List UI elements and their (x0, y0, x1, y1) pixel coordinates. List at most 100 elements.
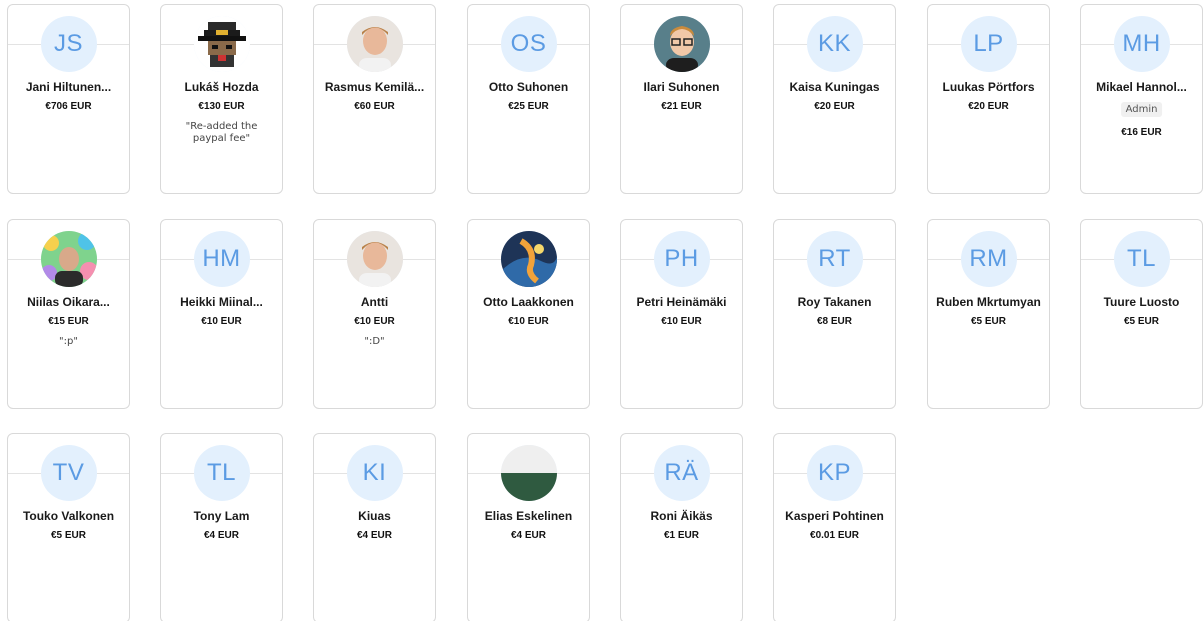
donation-amount: €5 EUR (970, 316, 1006, 327)
donation-amount: €5 EUR (50, 530, 86, 541)
avatar: TL (193, 445, 250, 501)
supporter-card[interactable]: KI Kiuas €4 EUR (313, 433, 436, 621)
supporter-card[interactable]: JS Jani Hiltunen... €706 EUR (7, 4, 130, 194)
supporter-card[interactable]: Ilari Suhonen €21 EUR (620, 4, 743, 194)
donation-amount: €4 EUR (203, 530, 239, 541)
donation-amount: €10 EUR (508, 316, 549, 327)
supporter-card[interactable]: Lukáš Hozda €130 EUR "Re-added the paypal … (160, 4, 283, 194)
avatar-initials: RÄ (664, 459, 699, 486)
supporter-card[interactable]: TV Touko Valkonen €5 EUR (7, 433, 130, 621)
supporter-name: Kiuas (358, 509, 391, 523)
supporter-name: Touko Valkonen (22, 509, 115, 523)
supporter-card[interactable]: RÄ Roni Äikäs €1 EUR (620, 433, 743, 621)
avatar-initials: OS (510, 30, 547, 57)
supporter-name: Rasmus Kemilä... (324, 80, 425, 94)
supporter-card[interactable]: Niilas Oikara... €15 EUR ":p" (7, 219, 130, 409)
supporter-name: Mikael Hannol... (1096, 80, 1187, 94)
supporter-card[interactable]: RT Roy Takanen €8 EUR (773, 219, 896, 409)
donation-amount: €20 EUR (968, 101, 1009, 112)
donation-message: ":p" (59, 336, 78, 347)
supporter-card[interactable]: OS Otto Suhonen €25 EUR (467, 4, 590, 194)
pixel-witch-photo-avatar (193, 16, 250, 72)
avatar-initials: KP (817, 459, 851, 486)
donation-amount: €4 EUR (356, 530, 392, 541)
supporter-name: Roy Takanen (797, 295, 872, 309)
donation-amount: €130 EUR (198, 101, 245, 112)
supporter-card[interactable]: TL Tony Lam €4 EUR (160, 433, 283, 621)
supporters-grid: JS Jani Hiltunen... €706 EUR Lukáš Hozda €13… (0, 0, 1204, 621)
supporter-name: Roni Äikäs (650, 509, 713, 523)
avatar: JS (40, 16, 97, 72)
donation-amount: €10 EUR (201, 316, 242, 327)
supporter-name: Otto Laakkonen (483, 295, 574, 309)
donation-amount: €706 EUR (45, 101, 92, 112)
supporter-name: Antti (360, 295, 389, 309)
supporter-name: Niilas Oikara... (27, 295, 110, 309)
supporter-card[interactable]: Rasmus Kemilä... €60 EUR (313, 4, 436, 194)
avatar-initials: PH (664, 245, 699, 272)
donation-amount: €16 EUR (1121, 127, 1162, 138)
donation-amount: €21 EUR (661, 101, 702, 112)
donation-amount: €60 EUR (354, 101, 395, 112)
supporter-card[interactable]: LP Luukas Pörtfors €20 EUR (927, 4, 1050, 194)
avatar: KP (806, 445, 863, 501)
avatar: PH (653, 231, 710, 287)
artwork-photo-avatar (500, 231, 557, 287)
donation-amount: €8 EUR (816, 316, 852, 327)
avatar: RT (806, 231, 863, 287)
person-photo-avatar (346, 231, 403, 287)
supporter-card[interactable]: RM Ruben Mkrtumyan €5 EUR (927, 219, 1050, 409)
donation-amount: €25 EUR (508, 101, 549, 112)
split-green-photo-avatar (500, 445, 557, 501)
avatar-initials: HM (202, 245, 241, 272)
avatar: MH (1113, 16, 1170, 72)
donation-amount: €20 EUR (814, 101, 855, 112)
avatar-initials: MH (1122, 30, 1161, 57)
avatar-initials: TL (1126, 245, 1156, 272)
avatar-initials: TV (52, 459, 85, 486)
supporter-name: Tuure Luosto (1103, 295, 1180, 309)
supporter-name: Ilari Suhonen (643, 80, 720, 94)
person-photo-avatar (346, 16, 403, 72)
avatar: OS (500, 16, 557, 72)
avatar-initials: JS (53, 30, 83, 57)
supporter-card[interactable]: TL Tuure Luosto €5 EUR (1080, 219, 1203, 409)
supporter-name: Kaisa Kuningas (789, 80, 880, 94)
avatar: LP (960, 16, 1017, 72)
donation-amount: €15 EUR (48, 316, 89, 327)
supporter-name: Kasperi Pohtinen (785, 509, 884, 523)
supporter-card[interactable]: Antti €10 EUR ":D" (313, 219, 436, 409)
supporter-card[interactable]: Elias Eskelinen €4 EUR (467, 433, 590, 621)
supporter-card[interactable]: KP Kasperi Pohtinen €0.01 EUR (773, 433, 896, 621)
supporter-card[interactable]: PH Petri Heinämäki €10 EUR (620, 219, 743, 409)
admin-badge: Admin (1120, 102, 1163, 117)
supporter-name: Ruben Mkrtumyan (936, 295, 1041, 309)
donation-amount: €10 EUR (661, 316, 702, 327)
avatar: HM (193, 231, 250, 287)
avatar-initials: RM (969, 245, 1008, 272)
donation-amount: €10 EUR (354, 316, 395, 327)
avatar-initials: KI (362, 459, 387, 486)
supporter-card[interactable]: Otto Laakkonen €10 EUR (467, 219, 590, 409)
donation-amount: €4 EUR (510, 530, 546, 541)
avatar: TV (40, 445, 97, 501)
supporter-name: Petri Heinämäki (636, 295, 727, 309)
supporter-name: Elias Eskelinen (484, 509, 573, 523)
avatar: RÄ (653, 445, 710, 501)
donation-message: ":D" (364, 336, 385, 347)
colorful-person-photo-avatar (40, 231, 97, 287)
avatar: RM (960, 231, 1017, 287)
donation-message: "Re-added the paypal fee" (185, 121, 258, 144)
supporter-name: Jani Hiltunen... (25, 80, 112, 94)
supporter-card[interactable]: MH Mikael Hannol... Admin €16 EUR (1080, 4, 1203, 194)
supporter-name: Heikki Miinal... (180, 295, 263, 309)
avatar-initials: TL (206, 459, 236, 486)
supporter-card[interactable]: KK Kaisa Kuningas €20 EUR (773, 4, 896, 194)
supporter-card[interactable]: HM Heikki Miinal... €10 EUR (160, 219, 283, 409)
avatar-initials: RT (818, 245, 851, 272)
avatar-initials: LP (973, 30, 1004, 57)
avatar: TL (1113, 231, 1170, 287)
supporter-name: Tony Lam (193, 509, 250, 523)
supporter-name: Otto Suhonen (488, 80, 569, 94)
donation-amount: €5 EUR (1123, 316, 1159, 327)
